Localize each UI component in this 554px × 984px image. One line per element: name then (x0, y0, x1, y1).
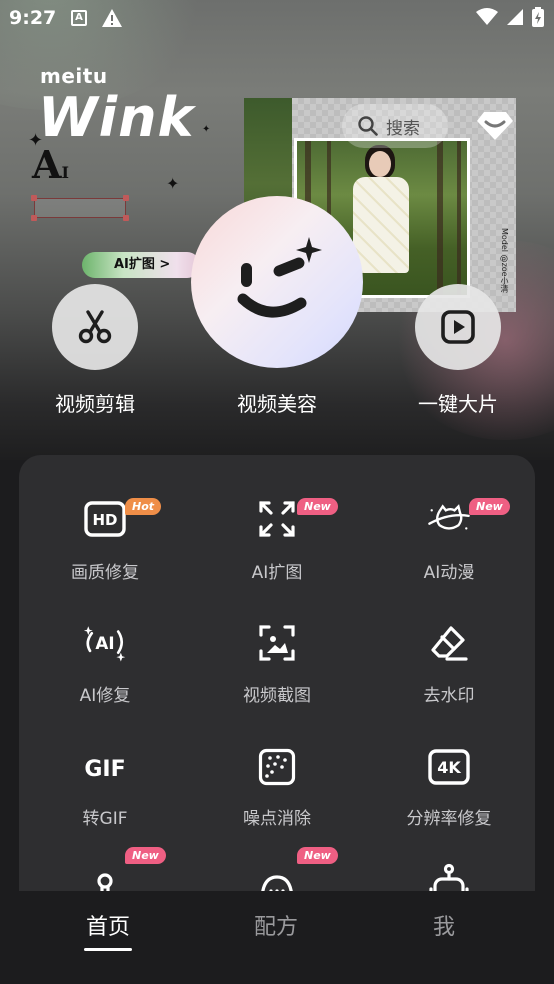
new-badge: New (297, 847, 338, 864)
video-beauty-button[interactable] (191, 196, 363, 368)
one-click-blockbuster-label: 一键大片 (418, 392, 498, 416)
vip-diamond-icon[interactable] (476, 110, 514, 142)
tool-label: AI扩图 (251, 563, 303, 583)
brand-meitu-logo: meitu (40, 64, 108, 88)
brand-wink-logo: Wink (38, 86, 195, 149)
tool-label: AI修复 (79, 686, 131, 706)
model-credit: Model @zoe小清 (500, 228, 509, 293)
tab-recipes[interactable]: 配方 (221, 909, 331, 941)
tool-remove-watermark[interactable]: 去水印 (363, 599, 535, 711)
tool-label: 去水印 (423, 686, 475, 706)
sparkle-icon: ✦ (28, 130, 44, 151)
ai-expand-banner-button[interactable]: AI扩图 > (82, 252, 200, 278)
one-click-blockbuster-button[interactable] (415, 284, 501, 370)
tool-label: 转GIF (82, 809, 128, 829)
tool-label: AI动漫 (423, 563, 475, 583)
tool-ai-anime[interactable]: New AI动漫 (363, 475, 535, 587)
tool-ai-repair[interactable]: AI AI修复 (19, 599, 191, 711)
search-icon (358, 116, 378, 136)
tool-to-gif[interactable]: GIF 转GIF (19, 723, 191, 835)
new-badge: New (125, 847, 166, 864)
hero-banner: 9:27 A meitu Wink A I ✦ ✦ ✦ Model @zoe小清 … (0, 0, 554, 460)
video-beauty-label: 视频美容 (237, 392, 317, 416)
hd-icon: HD (83, 497, 127, 541)
battery-icon (532, 7, 544, 27)
new-badge: New (297, 498, 338, 515)
tool-label: 噪点消除 (243, 809, 311, 829)
svg-text:AI: AI (95, 633, 114, 653)
status-time: 9:27 (9, 7, 57, 29)
cell-signal-icon (507, 9, 523, 25)
eraser-icon (427, 621, 471, 665)
brand-ai-letter-i: I (61, 163, 69, 182)
svg-text:HD: HD (92, 511, 117, 529)
tab-me[interactable]: 我 (389, 909, 499, 941)
video-edit-button[interactable] (52, 284, 138, 370)
tool-label: 视频截图 (243, 686, 311, 706)
hot-badge: Hot (125, 498, 162, 515)
sparkle-icon: ✦ (202, 124, 211, 135)
model-dress (353, 177, 409, 273)
play-icon (441, 310, 475, 344)
tab-home-indicator (84, 948, 132, 951)
wifi-icon (476, 8, 498, 25)
screenshot-icon (255, 621, 299, 665)
tool-label: 分辨率修复 (406, 809, 492, 829)
gif-icon: GIF (83, 745, 127, 789)
model-face (369, 151, 391, 177)
svg-text:4K: 4K (437, 758, 461, 777)
tool-face[interactable]: New (191, 847, 363, 895)
tools-grid: HD Hot 画质修复 New AI扩图 New AI动漫 AI AI修复 视频… (19, 455, 535, 895)
planet-cat-icon (427, 497, 471, 541)
tool-resolution-repair[interactable]: 4K 分辨率修复 (363, 723, 535, 835)
wink-face-icon (237, 237, 322, 318)
search-input[interactable]: 搜索 (342, 104, 448, 148)
video-edit-label: 视频剪辑 (55, 392, 135, 416)
status-bar: 9:27 A (0, 0, 554, 38)
scissors-icon (78, 310, 112, 344)
tool-quality-repair[interactable]: HD Hot 画质修复 (19, 475, 191, 587)
tab-home[interactable]: 首页 (53, 909, 163, 941)
tool-ai-expand[interactable]: New AI扩图 (191, 475, 363, 587)
tool-figure[interactable]: New (19, 847, 191, 895)
tool-video-screenshot[interactable]: 视频截图 (191, 599, 363, 711)
tool-noise-removal[interactable]: 噪点消除 (191, 723, 363, 835)
svg-text:GIF: GIF (84, 757, 125, 782)
bottom-tab-bar: 首页 配方 我 (0, 891, 554, 984)
warning-icon (102, 9, 122, 27)
ai-sparkle-icon: AI (83, 621, 127, 665)
new-badge: New (469, 498, 510, 515)
search-placeholder: 搜索 (386, 118, 420, 139)
a-notification-icon: A (71, 10, 87, 26)
expand-icon (255, 497, 299, 541)
sparkle-icon: ✦ (166, 174, 180, 193)
tool-label: 画质修复 (71, 563, 139, 583)
status-right-icons (476, 7, 544, 27)
tool-robot[interactable] (363, 847, 535, 895)
selection-frame-decoration (31, 195, 129, 221)
noise-icon (255, 745, 299, 789)
4k-icon: 4K (427, 745, 471, 789)
